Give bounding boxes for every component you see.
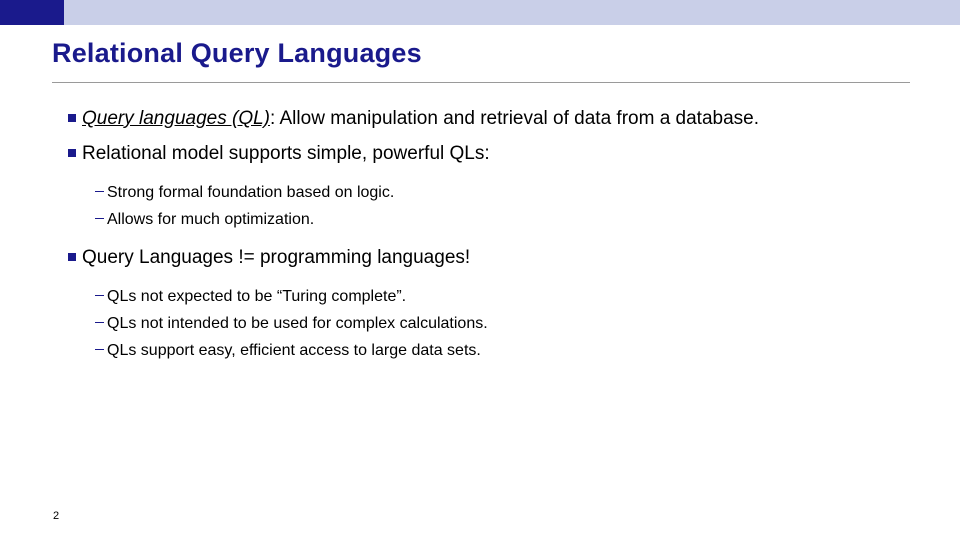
dash-bullet-icon (52, 180, 107, 206)
dash-bullet-icon (52, 207, 107, 233)
page-number: 2 (53, 510, 60, 522)
page-title: Relational Query Languages (52, 38, 422, 68)
square-bullet-icon (52, 242, 82, 272)
slide-body: Query languages (QL): Allow manipulation… (52, 103, 912, 365)
sub-bullet-text: Allows for much optimization. (107, 211, 315, 228)
bullet-rest: : Allow manipulation and retrieval of da… (270, 108, 760, 129)
bullet-text: Query Languages != programming languages… (82, 247, 471, 268)
header-band (0, 0, 960, 25)
sub-bullet-text: QLs not intended to be used for complex … (107, 315, 488, 332)
square-bullet-icon (52, 103, 82, 133)
sub-bullet-item: QLs support easy, efficient access to la… (52, 338, 912, 364)
header-band-accent (0, 0, 64, 25)
title-divider (52, 82, 910, 83)
sub-bullet-text: QLs support easy, efficient access to la… (107, 342, 481, 359)
sub-bullet-text: QLs not expected to be “Turing complete”… (107, 288, 407, 305)
sub-bullet-item: QLs not expected to be “Turing complete”… (52, 284, 912, 310)
sub-bullet-item: Allows for much optimization. (52, 207, 912, 233)
bullet-text: Query languages (QL): Allow manipulation… (82, 103, 759, 134)
dash-bullet-icon (52, 284, 107, 310)
dash-bullet-icon (52, 311, 107, 337)
bullet-emphasis: Query languages (QL) (82, 108, 270, 129)
bullet-item: Query Languages != programming languages… (52, 242, 912, 273)
slide: Relational Query Languages Query languag… (0, 0, 960, 540)
sub-bullet-item: QLs not intended to be used for complex … (52, 311, 912, 337)
sub-bullet-text: Strong formal foundation based on logic. (107, 184, 395, 201)
dash-bullet-icon (52, 338, 107, 364)
bullet-text: Relational model supports simple, powerf… (82, 143, 490, 164)
bullet-item: Relational model supports simple, powerf… (52, 138, 912, 169)
sub-bullet-item: Strong formal foundation based on logic. (52, 180, 912, 206)
bullet-item: Query languages (QL): Allow manipulation… (52, 103, 912, 134)
square-bullet-icon (52, 138, 82, 168)
